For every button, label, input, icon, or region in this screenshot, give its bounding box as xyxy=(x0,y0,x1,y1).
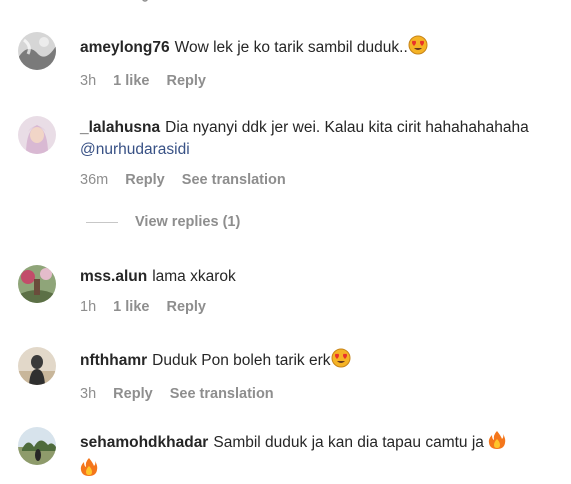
see-translation-button[interactable]: See translation xyxy=(170,386,274,402)
heart-eyes-emoji-icon xyxy=(408,35,428,62)
avatar[interactable] xyxy=(18,347,56,385)
username[interactable]: ameylong76 xyxy=(80,39,170,56)
avatar[interactable] xyxy=(18,427,56,465)
reply-button[interactable]: Reply xyxy=(113,386,153,402)
comment-body: Wow lek je ko tarik sambil duduk.. xyxy=(174,39,408,56)
comment-meta: 3h Reply See translation xyxy=(80,386,550,402)
comment-meta: 36m Reply See translation xyxy=(80,172,550,188)
comment-body: Dia nyanyi ddk jer wei. Kalau kita cirit… xyxy=(165,119,529,136)
view-replies-label: View replies (1) xyxy=(135,214,241,230)
reply-button[interactable]: Reply xyxy=(166,299,206,315)
username[interactable]: _lalahusna xyxy=(80,119,160,136)
view-replies-button[interactable]: View replies (1) xyxy=(86,214,240,230)
reply-button[interactable]: Reply xyxy=(166,73,206,89)
comment-meta: 1h 1 like Reply xyxy=(80,299,550,315)
username[interactable]: mss.alun xyxy=(80,268,147,285)
timestamp[interactable]: 1h xyxy=(80,299,96,315)
comment-meta: 3h 1 like Reply xyxy=(80,73,550,89)
timestamp[interactable]: 3h xyxy=(80,386,96,402)
mention-link[interactable]: @nurhudarasidi xyxy=(80,141,190,158)
heart-eyes-emoji-icon xyxy=(331,348,351,375)
comment-text: sehamohdkhadar Sambil duduk ja kan dia ta… xyxy=(80,430,550,484)
comment-body: Duduk Pon boleh tarik erk xyxy=(152,352,331,369)
timestamp[interactable]: 36m xyxy=(80,172,108,188)
comment-text: ameylong76 Wow lek je ko tarik sambil dud… xyxy=(80,35,550,62)
comment-text: _lalahusna Dia nyanyi ddk jer wei. Kalau … xyxy=(80,117,550,161)
reply-button[interactable]: Reply xyxy=(125,172,165,188)
likes-count[interactable]: 1 like xyxy=(113,299,149,315)
comment-body: Sambil duduk ja kan dia tapau camtu ja xyxy=(213,434,484,451)
see-translation-button[interactable]: See translation xyxy=(182,172,286,188)
fire-emoji-icon xyxy=(80,457,98,484)
avatar[interactable] xyxy=(18,32,56,70)
avatar[interactable] xyxy=(18,265,56,303)
replies-divider xyxy=(86,221,118,223)
username[interactable]: nfthhamr xyxy=(80,352,147,369)
comment-text: nfthhamr Duduk Pon boleh tarik erk xyxy=(80,348,550,375)
likes-count[interactable]: 1 like xyxy=(113,73,149,89)
avatar[interactable] xyxy=(18,116,56,154)
username[interactable]: sehamohdkhadar xyxy=(80,434,208,451)
comment-text: mss.alun lama xkarok xyxy=(80,266,550,288)
timestamp[interactable]: 3h xyxy=(80,73,96,89)
comment-body: lama xkarok xyxy=(152,268,236,285)
fire-emoji-icon xyxy=(488,430,506,457)
